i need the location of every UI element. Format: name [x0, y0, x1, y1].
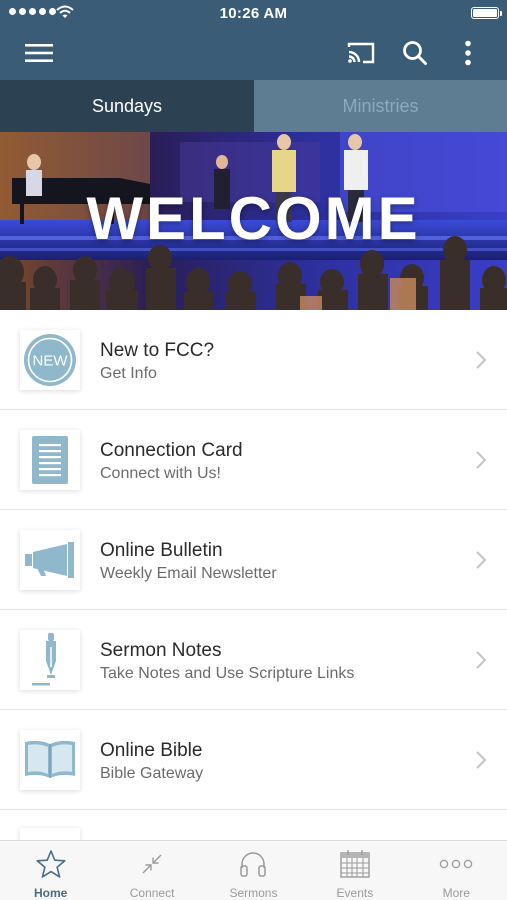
- calendar-icon: [304, 849, 405, 879]
- battery-icon: [471, 7, 502, 19]
- menu-item-online-bible[interactable]: Online Bible Bible Gateway: [0, 710, 507, 810]
- bottom-tab-label: Events: [336, 886, 374, 900]
- menu-item-subtitle: Get Info: [100, 365, 157, 382]
- menu-list: NEW New to FCC? Get Info Connection Card…: [0, 310, 507, 840]
- bottom-tab-label: More: [442, 886, 470, 900]
- card-document-icon: [20, 430, 80, 490]
- bottom-tab-label: Connect: [129, 886, 175, 900]
- pen-icon: [20, 630, 80, 690]
- bottom-tab-home[interactable]: Home: [0, 841, 101, 900]
- menu-item-title: Sermon Notes: [100, 640, 222, 661]
- headphones-icon: [203, 849, 304, 879]
- welcome-banner[interactable]: WELCOME: [0, 132, 507, 310]
- bottom-tab-connect[interactable]: Connect: [101, 841, 202, 900]
- menu-item-subtitle: Weekly Email Newsletter: [100, 565, 277, 582]
- menu-item-subtitle: Bible Gateway: [100, 765, 204, 782]
- tab-ministries[interactable]: Ministries: [254, 80, 507, 132]
- megaphone-icon: [20, 530, 80, 590]
- hamburger-menu-icon[interactable]: [22, 36, 56, 70]
- chevron-right-icon: [475, 350, 487, 375]
- app-bar: [0, 26, 507, 80]
- bottom-tab-label: Sermons: [229, 886, 278, 900]
- menu-item-title: Connection Card: [100, 440, 243, 461]
- top-tabs: Sundays Ministries: [0, 80, 507, 132]
- menu-item-connection-card[interactable]: Connection Card Connect with Us!: [0, 410, 507, 510]
- chevron-right-icon: [475, 750, 487, 775]
- menu-item-title: New to FCC?: [100, 340, 215, 361]
- cast-icon[interactable]: [344, 36, 378, 70]
- tab-sundays[interactable]: Sundays: [0, 80, 254, 132]
- chevron-right-icon: [475, 650, 487, 675]
- menu-item-title: Online Bulletin: [100, 540, 223, 561]
- status-bar: 10:26 AM: [0, 0, 507, 26]
- new-badge-text: NEW: [33, 353, 69, 370]
- search-icon[interactable]: [398, 36, 432, 70]
- more-vertical-icon[interactable]: [451, 36, 485, 70]
- menu-item-title: Online Bible: [100, 740, 203, 761]
- welcome-text: WELCOME: [86, 185, 421, 252]
- chevron-right-icon: [475, 450, 487, 475]
- new-badge-icon: NEW: [20, 330, 80, 390]
- menu-item-new-to-fcc[interactable]: NEW New to FCC? Get Info: [0, 310, 507, 410]
- menu-item-sermon-notes[interactable]: Sermon Notes Take Notes and Use Scriptur…: [0, 610, 507, 710]
- star-icon: [0, 849, 101, 879]
- menu-item-partial[interactable]: [0, 810, 507, 840]
- more-horizontal-icon: [406, 849, 507, 879]
- status-time: 10:26 AM: [219, 5, 288, 22]
- bottom-tab-more[interactable]: More: [406, 841, 507, 900]
- bottom-tab-sermons[interactable]: Sermons: [203, 841, 304, 900]
- connect-arrows-icon: [101, 849, 202, 879]
- bottom-tab-bar: Home Connect Sermons Events More: [0, 840, 507, 900]
- open-book-icon: [20, 730, 80, 790]
- menu-item-online-bulletin[interactable]: Online Bulletin Weekly Email Newsletter: [0, 510, 507, 610]
- bottom-tab-label: Home: [34, 886, 68, 900]
- menu-item-subtitle: Connect with Us!: [100, 465, 221, 482]
- bottom-tab-events[interactable]: Events: [304, 841, 405, 900]
- chevron-right-icon: [475, 550, 487, 575]
- menu-item-subtitle: Take Notes and Use Scripture Links: [100, 665, 355, 682]
